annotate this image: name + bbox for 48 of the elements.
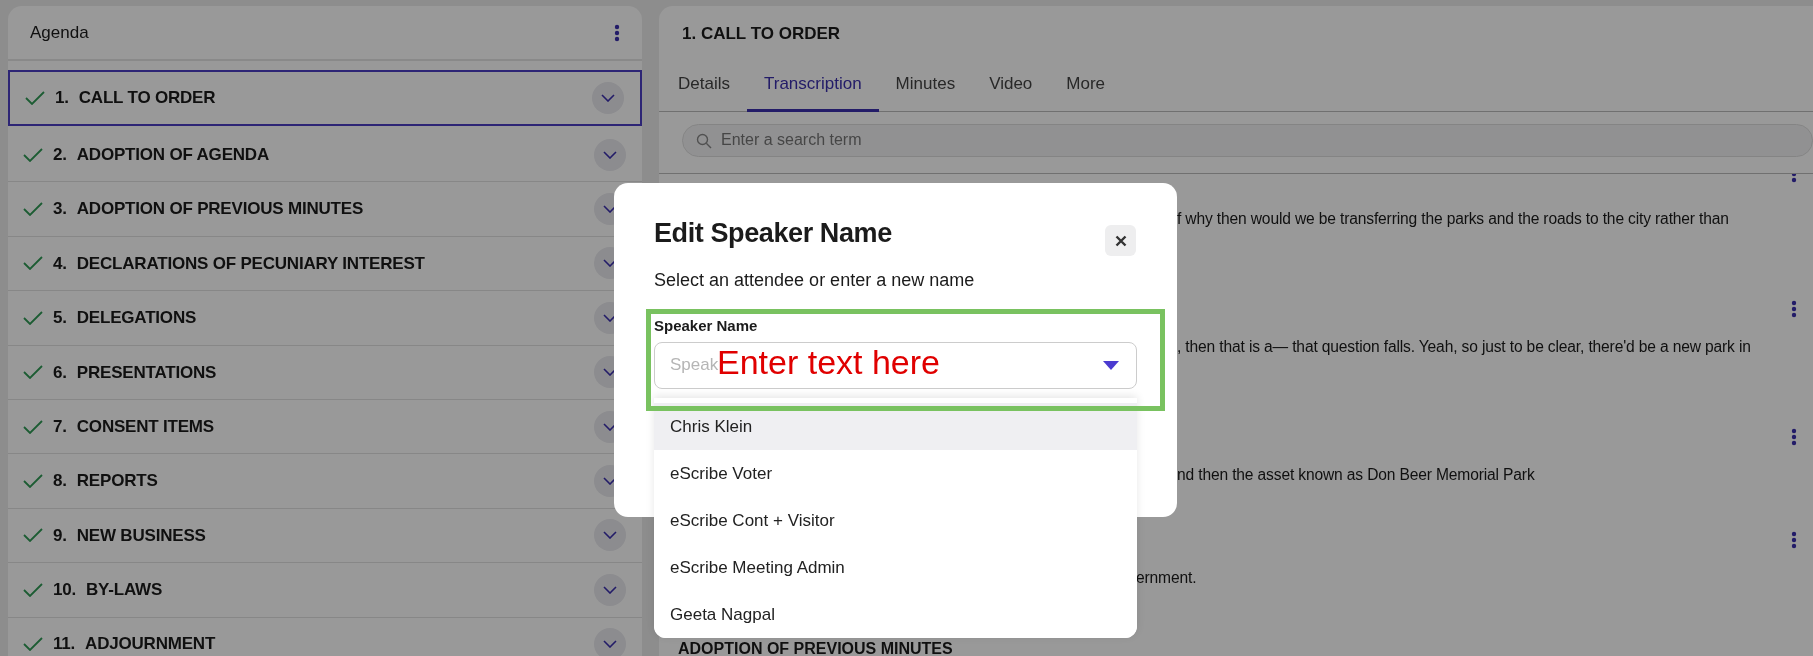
section-heading: ADOPTION OF PREVIOUS MINUTES (677, 638, 954, 656)
dropdown-option[interactable]: eScribe Meeting Admin (654, 544, 1137, 591)
agenda-item[interactable]: 10. BY-LAWS (8, 563, 642, 618)
item-title: 1. CALL TO ORDER (682, 22, 841, 45)
agenda-item[interactable]: 11. ADJOURNMENT (8, 617, 642, 656)
transcript-text: f why then would we be transferring the parks and the roads to the city rather than (1177, 208, 1729, 229)
agenda-item[interactable]: 2. ADOPTION OF AGENDA (8, 128, 642, 183)
dropdown-option[interactable]: eScribe Voter (654, 450, 1137, 497)
tab[interactable]: Video (972, 61, 1050, 112)
item-title: NEW BUSINESS (76, 524, 206, 547)
tab[interactable]: Details (661, 61, 747, 112)
dropdown-option[interactable]: eScribe Cont + Visitor (654, 497, 1137, 544)
item-title: ADJOURNMENT (85, 633, 216, 656)
annotation-text: Enter text here (717, 344, 940, 382)
item-number: 4. (53, 252, 67, 275)
panel-title: Agenda (30, 21, 89, 44)
item-title: ADOPTION OF PREVIOUS MINUTES (76, 198, 364, 221)
dropdown-option[interactable]: Chris Klein (654, 403, 1137, 450)
item-title: DELEGATIONS (76, 307, 197, 330)
item-title: CALL TO ORDER (78, 87, 216, 110)
item-number: 6. (53, 361, 67, 384)
item-title: ADOPTION OF AGENDA (76, 143, 269, 166)
item-title: DECLARATIONS OF PECUNIARY INTEREST (76, 252, 425, 275)
agenda-item[interactable]: 1. CALL TO ORDER (8, 70, 642, 126)
item-title: CONSENT ITEMS (76, 415, 214, 438)
item-number: 3. (53, 198, 67, 221)
item-title: BY-LAWS (86, 579, 163, 602)
tab[interactable]: More (1049, 61, 1123, 112)
transcript-text: , then that is a— that question falls. Yeah, so just to be clear, there'd be a new park in (1177, 336, 1751, 357)
item-title: REPORTS (76, 470, 158, 493)
item-number: 7. (53, 415, 67, 438)
field-label: Speaker Name (654, 316, 759, 337)
item-number: 1. (55, 87, 69, 110)
tab[interactable]: Minutes (878, 61, 973, 112)
item-title: PRESENTATIONS (76, 361, 217, 384)
dialog-title: Edit Speaker Name (654, 217, 892, 250)
transcript-text: ernment. (1136, 567, 1197, 588)
transcript-text: nd then the asset known as Don Beer Memorial Park (1177, 464, 1535, 485)
item-number: 5. (53, 307, 67, 330)
tab[interactable]: Transcription (746, 61, 879, 112)
dropdown-option[interactable]: Geeta Nagpal (654, 591, 1137, 638)
item-number: 8. (53, 470, 67, 493)
item-number: 2. (53, 143, 67, 166)
search-field[interactable]: Enter a search term (682, 123, 1813, 157)
item-number: 10. (53, 579, 77, 602)
item-number: 9. (53, 524, 67, 547)
item-number: 11. (53, 633, 76, 656)
dialog-subtitle: Select an attendee or enter a new name (654, 269, 976, 293)
